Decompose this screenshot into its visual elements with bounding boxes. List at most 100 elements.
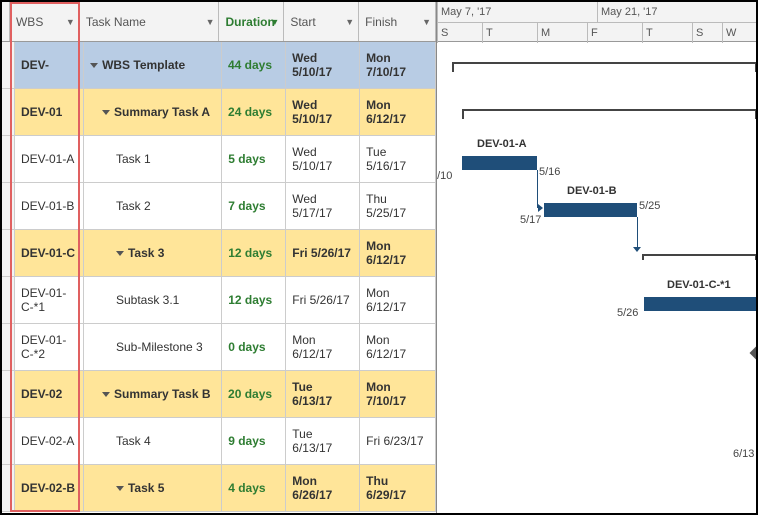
- dropdown-icon[interactable]: ▼: [270, 17, 279, 27]
- start-cell[interactable]: Wed 5/10/17: [286, 42, 360, 88]
- outline-collapse-icon[interactable]: [90, 63, 98, 68]
- start-cell[interactable]: Mon 6/26/17: [286, 465, 360, 511]
- wbs-cell[interactable]: DEV-02-A: [15, 418, 84, 464]
- task-name-cell[interactable]: Task 2: [84, 183, 222, 229]
- task-name-cell[interactable]: Sub-Milestone 3: [84, 324, 222, 370]
- start-cell[interactable]: Fri 5/26/17: [286, 230, 360, 276]
- duration-cell[interactable]: 12 days: [222, 230, 286, 276]
- start-cell[interactable]: Wed 5/10/17: [286, 136, 360, 182]
- timescale-major-tick: May 7, '17: [437, 2, 491, 22]
- row-indicator[interactable]: [2, 89, 15, 135]
- finish-cell[interactable]: Fri 6/23/17: [360, 418, 436, 464]
- start-cell[interactable]: Tue 6/13/17: [286, 418, 360, 464]
- row-indicator[interactable]: [2, 418, 15, 464]
- finish-cell[interactable]: Tue 5/16/17: [360, 136, 436, 182]
- finish-cell[interactable]: Mon 7/10/17: [360, 42, 436, 88]
- start-cell[interactable]: Fri 5/26/17: [286, 277, 360, 323]
- summary-bar-task3[interactable]: [642, 254, 756, 260]
- task-name-cell[interactable]: Task 4: [84, 418, 222, 464]
- gantt-chart[interactable]: May 7, '17May 21, '17Jun 4, '17 STMFTSWS…: [437, 2, 756, 513]
- task-name-column-header[interactable]: Task Name ▼: [80, 2, 220, 41]
- finish-cell[interactable]: Thu 6/29/17: [360, 465, 436, 511]
- table-row[interactable]: DEV-01-CTask 312 daysFri 5/26/17Mon 6/12…: [2, 230, 436, 277]
- duration-cell[interactable]: 24 days: [222, 89, 286, 135]
- finish-cell[interactable]: Mon 7/10/17: [360, 371, 436, 417]
- duration-cell[interactable]: 5 days: [222, 136, 286, 182]
- start-column-header[interactable]: Start ▼: [284, 2, 359, 41]
- finish-cell[interactable]: Mon 6/12/17: [360, 324, 436, 370]
- wbs-cell[interactable]: DEV-01-C: [15, 230, 84, 276]
- finish-cell[interactable]: Thu 5/25/17: [360, 183, 436, 229]
- dropdown-icon[interactable]: ▼: [206, 17, 215, 27]
- task-name-cell[interactable]: Subtask 3.1: [84, 277, 222, 323]
- wbs-cell[interactable]: DEV-01-A: [15, 136, 84, 182]
- outline-collapse-icon[interactable]: [102, 392, 110, 397]
- timescale-major-tick: May 21, '17: [597, 2, 658, 22]
- milestone-diamond[interactable]: [750, 345, 756, 362]
- row-indicator[interactable]: [2, 371, 15, 417]
- gantt-body[interactable]: DEV-01-A 5/10 5/16 DEV-01-B 5/17 5/25 DE…: [437, 42, 756, 513]
- row-indicator[interactable]: [2, 183, 15, 229]
- indicator-column-header[interactable]: [2, 2, 10, 41]
- outline-collapse-icon[interactable]: [116, 486, 124, 491]
- wbs-cell[interactable]: DEV-02: [15, 371, 84, 417]
- wbs-cell[interactable]: DEV-01-C-*1: [15, 277, 84, 323]
- table-row[interactable]: DEV-01-ATask 15 daysWed 5/10/17Tue 5/16/…: [2, 136, 436, 183]
- row-indicator[interactable]: [2, 42, 15, 88]
- row-indicator[interactable]: [2, 230, 15, 276]
- table-row[interactable]: DEV-02-ATask 49 daysTue 6/13/17Fri 6/23/…: [2, 418, 436, 465]
- table-row[interactable]: DEV-02-BTask 5 4 days Mon 6/26/17Thu 6/29/…: [2, 465, 436, 512]
- summary-bar-a[interactable]: [462, 109, 756, 119]
- duration-cell[interactable]: 9 days: [222, 418, 286, 464]
- duration-cell-text: 4 days: [228, 481, 265, 495]
- outline-collapse-icon[interactable]: [116, 251, 124, 256]
- start-cell[interactable]: Wed 5/10/17: [286, 89, 360, 135]
- duration-cell[interactable]: 0 days: [222, 324, 286, 370]
- row-indicator[interactable]: [2, 465, 15, 511]
- start-cell[interactable]: Wed 5/17/17: [286, 183, 360, 229]
- duration-cell[interactable]: 44 days: [222, 42, 286, 88]
- table-row[interactable]: DEV-02Summary Task B20 daysTue 6/13/17Mo…: [2, 371, 436, 418]
- summary-bar-project[interactable]: [452, 62, 756, 72]
- table-row[interactable]: DEV-WBS Template44 daysWed 5/10/17Mon 7/…: [2, 42, 436, 89]
- finish-column-header[interactable]: Finish ▼: [359, 2, 436, 41]
- task-bar-subtask31[interactable]: [644, 297, 756, 311]
- task-name-cell[interactable]: Summary Task A: [84, 89, 222, 135]
- wbs-cell[interactable]: DEV-01-C-*2: [15, 324, 84, 370]
- task-name-cell[interactable]: WBS Template: [84, 42, 222, 88]
- table-row[interactable]: DEV-01-BTask 27 daysWed 5/17/17Thu 5/25/…: [2, 183, 436, 230]
- duration-cell[interactable]: 12 days: [222, 277, 286, 323]
- start-cell[interactable]: Tue 6/13/17: [286, 371, 360, 417]
- row-indicator[interactable]: [2, 136, 15, 182]
- duration-column-header[interactable]: Duration ▼: [219, 2, 284, 41]
- start-cell[interactable]: Mon 6/12/17: [286, 324, 360, 370]
- finish-cell[interactable]: Mon 6/12/17: [360, 277, 436, 323]
- wbs-cell[interactable]: DEV-: [15, 42, 84, 88]
- task-name-cell[interactable]: Task 3: [84, 230, 222, 276]
- task-bar-dev-01-a[interactable]: [462, 156, 537, 170]
- dropdown-icon[interactable]: ▼: [422, 17, 431, 27]
- task-bar-dev-01-b[interactable]: [544, 203, 637, 217]
- table-row[interactable]: DEV-01Summary Task A24 daysWed 5/10/17Mo…: [2, 89, 436, 136]
- duration-cell[interactable]: 7 days: [222, 183, 286, 229]
- duration-cell[interactable]: 20 days: [222, 371, 286, 417]
- task-name-cell[interactable]: Task 1: [84, 136, 222, 182]
- row-indicator[interactable]: [2, 277, 15, 323]
- row-indicator[interactable]: [2, 324, 15, 370]
- timescale[interactable]: May 7, '17May 21, '17Jun 4, '17 STMFTSWS…: [437, 2, 756, 42]
- outline-collapse-icon[interactable]: [102, 110, 110, 115]
- task-name-cell[interactable]: Task 5: [84, 465, 222, 511]
- dropdown-icon[interactable]: ▼: [66, 17, 75, 27]
- wbs-cell[interactable]: DEV-01: [15, 89, 84, 135]
- table-row[interactable]: DEV-01-C-*2Sub-Milestone 30 daysMon 6/12…: [2, 324, 436, 371]
- wbs-cell[interactable]: DEV-01-B: [15, 183, 84, 229]
- table-row[interactable]: DEV-01-C-*1Subtask 3.112 daysFri 5/26/17…: [2, 277, 436, 324]
- arrow-icon: [633, 247, 641, 252]
- finish-cell[interactable]: Mon 6/12/17: [360, 89, 436, 135]
- duration-cell[interactable]: 4 days: [222, 465, 286, 511]
- finish-cell[interactable]: Mon 6/12/17: [360, 230, 436, 276]
- dropdown-icon[interactable]: ▼: [345, 17, 354, 27]
- wbs-column-header[interactable]: WBS ▼: [10, 2, 80, 41]
- wbs-cell[interactable]: DEV-02-B: [15, 465, 84, 511]
- task-name-cell[interactable]: Summary Task B: [84, 371, 222, 417]
